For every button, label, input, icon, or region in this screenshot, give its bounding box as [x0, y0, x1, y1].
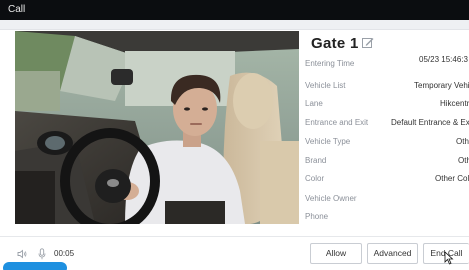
- field-color: Color Other Colo: [305, 174, 469, 192]
- live-video-feed: [15, 31, 299, 224]
- field-label: Vehicle Type: [305, 137, 351, 146]
- advanced-button[interactable]: Advanced: [367, 243, 418, 264]
- mouse-pointer-icon: [444, 251, 454, 265]
- field-brand: Brand Othe: [305, 156, 469, 174]
- window-title: Call: [0, 0, 469, 20]
- taskbar-accent: [3, 262, 67, 270]
- field-value: Other Colo: [435, 174, 469, 183]
- field-value: Default Entrance & Exit0: [391, 118, 469, 127]
- vehicle-info-panel: Gate 1 05/23 15:46:3 Entering Time Vehic…: [299, 31, 469, 236]
- call-window: Call Gate 1 05/23 15:46:3 Entering Time …: [0, 0, 469, 270]
- field-phone: Phone: [305, 212, 469, 230]
- field-label: Color: [305, 174, 325, 183]
- microphone-icon[interactable]: [38, 248, 46, 260]
- field-label: Brand: [305, 156, 327, 165]
- field-vehicle-owner: Vehicle Owner: [305, 194, 469, 212]
- field-label: Lane: [305, 99, 323, 108]
- gate-title: Gate 1: [311, 35, 359, 52]
- field-label: Phone: [305, 212, 329, 221]
- window-top-strip: [0, 20, 469, 30]
- field-label: Entering Time: [305, 59, 355, 68]
- field-value: Othe: [456, 137, 469, 146]
- field-vehicle-list: Vehicle List Temporary Vehic: [305, 81, 469, 99]
- field-vehicle-type: Vehicle Type Othe: [305, 137, 469, 155]
- field-entrance-exit: Entrance and Exit Default Entrance & Exi…: [305, 118, 469, 136]
- field-label: Entrance and Exit: [305, 118, 369, 127]
- speaker-icon[interactable]: [17, 249, 27, 259]
- field-label: Vehicle Owner: [305, 194, 357, 203]
- field-value: Othe: [458, 156, 469, 165]
- call-duration: 00:05: [54, 249, 75, 258]
- field-entering-time: Entering Time: [305, 59, 469, 77]
- field-label: Vehicle List: [305, 81, 346, 90]
- video-frame: [15, 31, 299, 224]
- field-lane: Lane Hikcentr: [305, 99, 469, 117]
- field-value: Hikcentr: [440, 99, 469, 108]
- field-value: Temporary Vehic: [414, 81, 469, 90]
- allow-button[interactable]: Allow: [310, 243, 362, 264]
- edit-icon[interactable]: [362, 37, 374, 49]
